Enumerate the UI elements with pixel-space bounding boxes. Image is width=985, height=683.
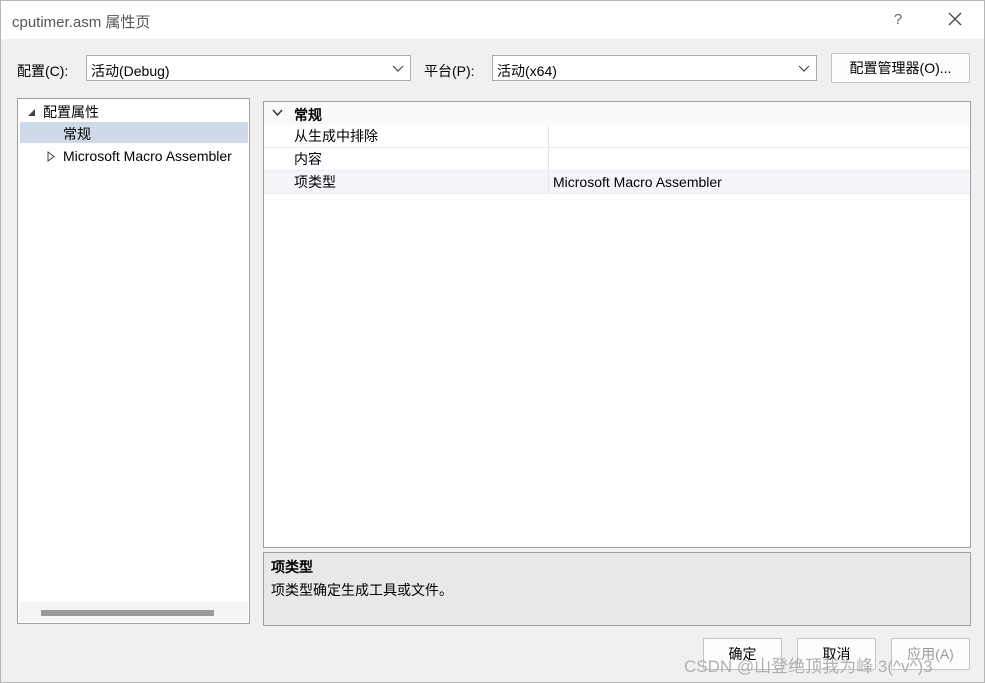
chevron-down-icon	[392, 65, 404, 72]
description-title: 项类型	[271, 559, 313, 575]
platform-label: 平台(P):	[424, 63, 475, 79]
grid-row-item-type[interactable]: 项类型 Microsoft Macro Assembler	[264, 171, 970, 194]
grid-row-label: 从生成中排除	[294, 128, 378, 144]
tree-item-general[interactable]: 常规	[18, 123, 249, 145]
grid-row-label: 内容	[294, 151, 322, 167]
close-button[interactable]	[939, 7, 971, 33]
column-divider	[548, 171, 549, 194]
chevron-down-icon	[798, 65, 810, 72]
property-grid: 常规 从生成中排除 内容 项类型 Microsoft Macro Assembl…	[263, 101, 971, 548]
tree-item-masm[interactable]: Microsoft Macro Assembler	[18, 145, 249, 167]
property-tree: 配置属性 常规 Microsoft Macro Assembler	[17, 98, 250, 624]
column-divider	[548, 148, 549, 171]
tree-item-config-properties[interactable]: 配置属性	[18, 101, 249, 123]
title-bar: cputimer.asm 属性页 ?	[1, 1, 984, 39]
properties-dialog: cputimer.asm 属性页 ? 配置(C): 活动(Debug) 平台(P…	[0, 0, 985, 683]
column-divider	[548, 125, 549, 148]
horizontal-scrollbar[interactable]	[19, 602, 248, 622]
help-button[interactable]: ?	[883, 8, 913, 32]
grid-row-exclude[interactable]: 从生成中排除	[264, 125, 970, 148]
collapsed-triangle-icon[interactable]	[47, 151, 55, 162]
tree-item-label: Microsoft Macro Assembler	[63, 148, 232, 164]
platform-select-value: 活动(x64)	[497, 63, 557, 79]
config-select-value: 活动(Debug)	[91, 63, 170, 79]
grid-section-title: 常规	[294, 107, 322, 123]
platform-select[interactable]: 活动(x64)	[492, 55, 817, 81]
grid-row-label: 项类型	[294, 174, 336, 190]
expanded-triangle-icon[interactable]	[27, 108, 36, 117]
config-manager-button[interactable]: 配置管理器(O)...	[831, 53, 970, 83]
grid-row-value[interactable]: Microsoft Macro Assembler	[553, 171, 722, 194]
chevron-down-icon[interactable]	[272, 109, 283, 117]
close-icon	[948, 12, 962, 26]
config-label: 配置(C):	[17, 63, 69, 79]
config-select[interactable]: 活动(Debug)	[86, 55, 411, 81]
description-text: 项类型确定生成工具或文件。	[271, 582, 453, 598]
row-separator	[264, 193, 970, 194]
grid-row-content[interactable]: 内容	[264, 148, 970, 171]
tree-item-label: 配置属性	[43, 104, 99, 120]
scrollbar-thumb[interactable]	[41, 610, 214, 616]
watermark: CSDN @山登绝顶我为峰 3(^v^)3	[684, 657, 933, 676]
description-panel: 项类型 项类型确定生成工具或文件。	[263, 552, 971, 626]
window-title: cputimer.asm 属性页	[12, 14, 151, 31]
grid-section-header[interactable]: 常规	[264, 102, 970, 125]
tree-item-label: 常规	[63, 126, 91, 142]
